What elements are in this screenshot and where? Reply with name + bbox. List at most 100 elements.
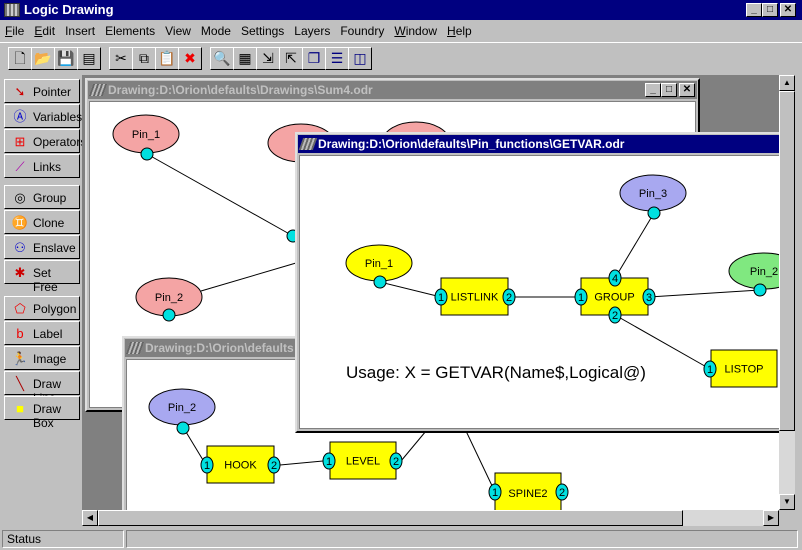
link-line[interactable]	[465, 430, 496, 493]
zoom-button[interactable]: 🔍	[210, 47, 234, 70]
tool-label[interactable]: b Label	[4, 321, 80, 345]
port-number[interactable]: 1	[438, 292, 444, 304]
tool-enslave[interactable]: ⚇ Enslave	[4, 235, 80, 259]
link-line[interactable]	[648, 289, 761, 298]
menu-mode[interactable]: Mode	[196, 21, 236, 41]
menu-view[interactable]: View	[160, 21, 196, 41]
tool-pointer[interactable]: ➘ Pointer	[4, 79, 80, 103]
link-line[interactable]	[400, 430, 427, 462]
close-button[interactable]: ✕	[679, 83, 695, 97]
link-line[interactable]	[379, 281, 442, 298]
pin-connector[interactable]	[753, 283, 767, 297]
pin-connector[interactable]	[162, 308, 176, 322]
paste-button[interactable]: 📋	[155, 47, 179, 70]
link-line[interactable]	[614, 314, 711, 370]
port-number[interactable]: 2	[506, 292, 512, 304]
minimize-button[interactable]: _	[746, 3, 762, 17]
draw-line-icon: ╲	[16, 376, 24, 391]
tile-horizontal-button[interactable]: ☰	[325, 47, 349, 70]
port-number[interactable]: 1	[578, 292, 584, 304]
scroll-left-button[interactable]: ◀	[82, 510, 98, 526]
scroll-thumb[interactable]	[98, 510, 683, 526]
horizontal-scrollbar[interactable]: ◀ ▶	[82, 510, 779, 526]
menu-insert[interactable]: Insert	[60, 21, 100, 41]
tool-draw-line[interactable]: ╲Draw Line	[4, 371, 80, 405]
menu-elements[interactable]: Elements	[100, 21, 160, 41]
operator-label[interactable]: HOOK	[224, 460, 257, 472]
pin-label[interactable]: Pin_3	[639, 188, 667, 200]
pin-connector[interactable]	[373, 275, 387, 289]
save-button[interactable]: 💾	[54, 47, 78, 70]
operator-label[interactable]: LEVEL	[346, 456, 380, 468]
port-number[interactable]: 1	[204, 460, 210, 472]
port-number[interactable]: 2	[271, 460, 277, 472]
import-button[interactable]: ⇲	[256, 47, 280, 70]
menu-window[interactable]: Window	[389, 21, 442, 41]
link-line[interactable]	[146, 153, 294, 237]
menu-layers[interactable]: Layers	[289, 21, 335, 41]
pin-connector[interactable]	[647, 206, 661, 220]
pin-label[interactable]: Pin_2	[168, 402, 196, 414]
port-number[interactable]: 4	[612, 273, 618, 285]
vertical-scrollbar[interactable]: ▲ ▼	[779, 75, 795, 510]
diagram-canvas[interactable]: Pin_3 Pin_1 Pin_2 LISTLINK GROUP LISTOP 1 2 1 3 4 2…	[299, 155, 779, 429]
port-number[interactable]: 3	[646, 292, 652, 304]
tool-group[interactable]: ◎ Group	[4, 185, 80, 209]
scroll-right-button[interactable]: ▶	[763, 510, 779, 526]
pin-label[interactable]: Pin_2	[750, 266, 778, 278]
tool-image[interactable]: 🏃 Image	[4, 346, 80, 370]
pin-label[interactable]: Pin_1	[132, 129, 160, 141]
operator-label[interactable]: LISTLINK	[451, 292, 499, 304]
minimize-button[interactable]: _	[645, 83, 661, 97]
delete-button[interactable]: ✖	[178, 47, 202, 70]
export-button[interactable]: ⇱	[279, 47, 303, 70]
tool-set-free[interactable]: ✱ Set Free	[4, 260, 80, 294]
pin-connector[interactable]	[176, 421, 190, 435]
port-number[interactable]: 1	[492, 487, 498, 499]
link-line[interactable]	[200, 262, 297, 292]
new-button[interactable]: 🗋	[8, 47, 32, 70]
tool-operators[interactable]: ⊞ Operators	[4, 129, 86, 153]
port-number[interactable]: 2	[559, 487, 565, 499]
tool-draw-box[interactable]: ■ Draw Box	[4, 396, 80, 430]
operator-label[interactable]: LISTOP	[725, 364, 764, 376]
link-line[interactable]	[279, 460, 324, 466]
close-button[interactable]: ✕	[780, 3, 796, 17]
tool-clone[interactable]: ♊ Clone	[4, 210, 80, 234]
port-number[interactable]: 1	[707, 364, 713, 376]
tool-links[interactable]: ⟋ Links	[4, 154, 80, 178]
tool-polygon[interactable]: ⬠ Polygon	[4, 296, 80, 320]
link-line[interactable]	[614, 212, 655, 279]
open-button[interactable]: 📂	[31, 47, 55, 70]
pin-connector[interactable]	[140, 147, 154, 161]
maximize-button[interactable]: □	[762, 3, 778, 17]
cut-button[interactable]: ✂	[109, 47, 133, 70]
tile-vertical-button[interactable]: ◫	[348, 47, 372, 70]
pin-label[interactable]: Pin_2	[155, 292, 183, 304]
palette-button[interactable]: ▦	[233, 47, 257, 70]
maximize-button[interactable]: □	[661, 83, 677, 97]
scroll-thumb[interactable]	[779, 91, 795, 431]
pin-label[interactable]: Pin_1	[365, 258, 393, 270]
port-number[interactable]: 2	[393, 456, 399, 468]
port-number[interactable]: 2	[612, 310, 618, 322]
menu-help[interactable]: Help	[442, 21, 477, 41]
window-title-bar[interactable]: Drawing:D:\Orion\defaults\Drawings\Sum4.…	[88, 81, 697, 99]
menu-foundry[interactable]: Foundry	[335, 21, 389, 41]
window-title-bar[interactable]: Drawing:D:\Orion\defaults\Pin_functions\…	[298, 135, 779, 153]
menu-edit[interactable]: Edit	[29, 21, 60, 41]
port-number[interactable]: 1	[326, 456, 332, 468]
cascade-button[interactable]: ❐	[302, 47, 326, 70]
scroll-up-button[interactable]: ▲	[779, 75, 795, 91]
scroll-down-button[interactable]: ▼	[779, 494, 795, 510]
drawing-window-getvar[interactable]: Drawing:D:\Orion\defaults\Pin_functions\…	[295, 132, 779, 433]
tool-variables[interactable]: Ⓐ Variables	[4, 104, 82, 128]
print-button[interactable]: ▤	[77, 47, 101, 70]
operator-label[interactable]: SPINE2	[508, 488, 547, 500]
operator-label[interactable]: GROUP	[594, 292, 634, 304]
copy-button[interactable]: ⧉	[132, 47, 156, 70]
menu-file[interactable]: File	[0, 21, 29, 41]
usage-text[interactable]: Usage: X = GETVAR(Name$,Logical@)	[346, 363, 646, 382]
variables-icon: Ⓐ	[13, 109, 27, 124]
menu-settings[interactable]: Settings	[236, 21, 289, 41]
